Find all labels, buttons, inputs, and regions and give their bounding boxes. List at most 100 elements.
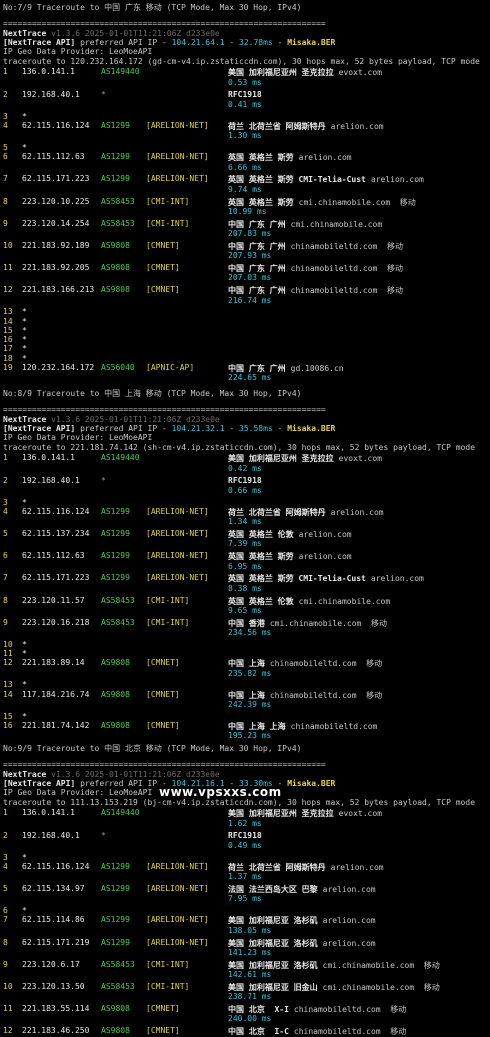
hop-ip: 62.115.116.124 [22,506,90,516]
traceroute-line: traceroute to 221.181.74.142 (sh-cm-v4.i… [3,442,476,452]
hop-ip: 223.120.6.17 [22,959,80,969]
hop-tag: [ARELION-NET] [146,152,209,162]
hop-number: 2 [3,830,8,840]
hop-host: gd.10086.cn [290,363,344,373]
hop-host: arelion.com [298,153,352,163]
hop-geo-text: 荷兰 北荷兰省 阿姆斯特丹 [228,862,326,872]
hop-ip: 221.183.92.189 [22,240,90,250]
hop-number: 1 [3,808,8,818]
hop-tag: [CMI-INT] [146,617,190,627]
hop-ip: 136.0.141.1 [22,808,75,818]
hop-asn: * [101,830,106,840]
hop-number: 3 [3,497,8,507]
hop-timeout: * [22,680,27,690]
hop-asn: AS1299 [101,937,130,947]
api-prefix: [NextTrace API] [3,424,76,434]
tool-name: NextTrace [3,28,47,38]
hop-number: 16 [3,721,13,731]
hop-asn: AS9808 [101,285,130,295]
hop-host: chinamobileltd.com 移动 [293,1005,407,1015]
hop-latency: 1.34 ms [228,517,262,527]
hop-ip: 62.115.171.223 [22,573,90,583]
hop-ip: 221.183.166.213 [22,285,95,295]
hop-host: evoxt.com [338,454,382,464]
watermark: www.vpsxxs.com [159,785,282,799]
hop-timeout: * [22,649,27,659]
hop-geo-text: 美国 加利福尼亚州 圣克拉拉 [228,454,334,464]
api-ip: 104.21.64.1 [171,38,225,48]
hop-timeout: * [22,316,27,326]
hop-number: 8 [3,196,8,206]
hop-number: 5 [3,143,8,153]
hop-timeout: * [22,307,27,317]
hop-latency: 234.56 ms [228,627,272,637]
api-ms: 32.78ms [239,38,273,48]
api-node: Misaka.BER [287,424,336,434]
hop-latency: 195.23 ms [228,731,272,741]
hop-geo-text: 中国 上海 [228,690,265,700]
hop-timeout: * [22,711,27,721]
hop-timeout: * [22,852,27,862]
hop-geo-text: RFC1918 [228,475,262,485]
hop-tag: [ARELION-NET] [146,937,209,947]
hop-geo-text: 法国 法兰西岛大区 巴黎 [228,885,318,895]
hop-ip: 223.120.14.254 [22,218,90,228]
hop-latency: 216.74 ms [228,295,272,305]
hop-latency: 9.65 ms [228,605,262,615]
hop-geo-text: 美国 加利福尼亚州 圣克拉拉 [228,809,334,819]
hop-ip: 62.115.112.63 [22,152,85,162]
hop-asn: AS9808 [101,721,130,731]
hop-host: arelion.com [322,938,376,948]
hop-number: 16 [3,335,13,345]
hop-number: 3 [3,852,8,862]
hop-number: 4 [3,861,8,871]
hop-geo-text: 中国 广东 广州 [228,219,286,229]
hop-host: cmi.chinamobile.com 移动 [322,982,440,992]
api-text: preferred API IP - [75,779,172,789]
hop-geo-text: RFC1918 [228,89,262,99]
hop-geo-text: 美国 加利福尼亚州 圣克拉拉 [228,68,334,78]
hop-host: arelion.com [330,862,384,872]
hop-latency: 235.82 ms [228,668,272,678]
hop-asn: AS1299 [101,861,130,871]
hop-tag: [CMNET] [146,658,180,668]
hop-latency: 141.23 ms [228,947,272,957]
hop-host: arelion.com [370,574,424,584]
hop-number: 1 [3,67,8,77]
hop-number: 8 [3,937,8,947]
api-prefix: [NextTrace API] [3,779,76,789]
hop-asn: AS1299 [101,152,130,162]
hop-number: 17 [3,344,13,354]
hop-latency: 207.83 ms [228,229,272,239]
hop-number: 13 [3,680,13,690]
hop-latency: 142.61 ms [228,970,272,980]
hop-geo: RFC1918 [228,476,262,485]
hop-asn: AS58453 [101,595,135,605]
hop-host: cmi.chinamobile.com [290,219,383,229]
hop-latency: 7.95 ms [228,894,262,904]
hop-ip: 62.115.116.124 [22,120,90,130]
hop-ip: 62.115.137.234 [22,529,90,539]
hop-host: chinamobileltd.com 移动 [290,264,403,274]
hop-timeout: * [22,111,27,121]
hop-host: chinamobileltd.com 移动 [269,659,383,669]
hop-asn: AS9808 [101,263,130,273]
hop-host: evoxt.com [338,68,382,78]
hop-tag: [CMNET] [146,721,180,731]
section-header: No:7/9 Traceroute to 中国 广东 移动 (TCP Mode,… [3,3,302,12]
hop-host: arelion.com [370,175,424,185]
hop-number: 3 [3,111,8,121]
hop-latency: 240.00 ms [228,1014,272,1024]
hop-host: arelion.com [298,530,352,540]
hop-asn: AS58453 [101,959,135,969]
traceroute-line: traceroute to 120.232.164.172 (gd-cm-v4.… [3,56,480,66]
hop-tag: [CMNET] [146,689,180,699]
hop-geo-text: 中国 广东 广州 [228,264,286,274]
hop-asn: AS56040 [101,362,135,372]
hop-tag: [ARELION-NET] [146,529,209,539]
api-sep: - [224,424,240,434]
hop-number: 9 [3,218,8,228]
hop-asn: AS58453 [101,196,135,206]
hop-host: evoxt.com [338,809,382,819]
hop-timeout: * [22,353,27,363]
